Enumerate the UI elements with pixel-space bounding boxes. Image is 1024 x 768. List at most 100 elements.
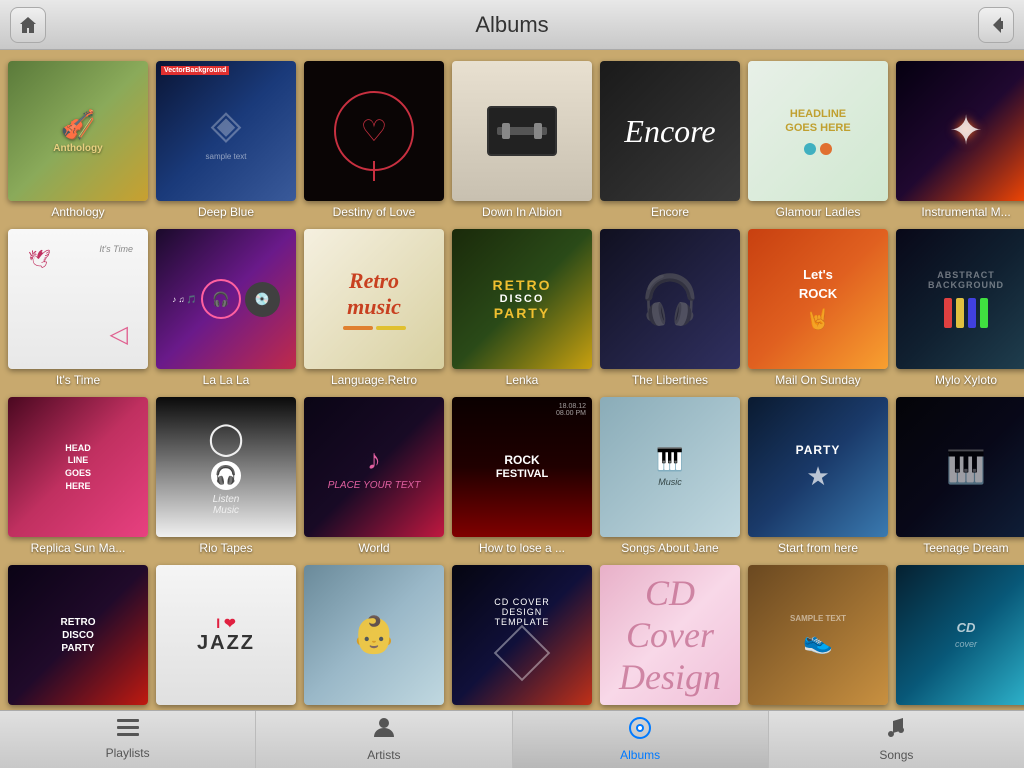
album-title-libertines: The Libertines (600, 373, 740, 387)
album-title-glamour: Glamour Ladies (748, 205, 888, 219)
album-item-rock[interactable]: 18.08.1208.00 PM ROCK FESTIVAL How to lo… (452, 397, 592, 555)
album-item-replica[interactable]: HEADLINEGOESHERE Replica Sun Ma... (8, 397, 148, 555)
album-item-start[interactable]: PARTY ★ Start from here (748, 397, 888, 555)
album-item-walk[interactable]: CDCoverDesign Walk Together (600, 565, 740, 710)
album-item-welcome[interactable]: SAMPLE TEXT 👟 Welcome Tolaku (748, 565, 888, 710)
album-item-glamour[interactable]: HEADLINEGOES HERE Glamour Ladies (748, 61, 888, 219)
back-button[interactable] (978, 7, 1014, 43)
album-cover-bracket: 👶 (304, 565, 444, 705)
album-cover-start: PARTY ★ (748, 397, 888, 537)
album-title-anthology: Anthology (8, 205, 148, 219)
home-button[interactable] (10, 7, 46, 43)
album-title-replica: Replica Sun Ma... (8, 541, 148, 555)
album-title-songs: Songs About Jane (600, 541, 740, 555)
album-title-rock: How to lose a ... (452, 541, 592, 555)
artists-icon (374, 717, 394, 745)
playlists-label: Playlists (106, 746, 150, 760)
page-title: Albums (475, 12, 548, 38)
tab-artists[interactable]: Artists (256, 711, 512, 768)
album-title-mylo: Mylo Xyloto (896, 373, 1024, 387)
album-item-libertines[interactable]: 🎧 The Libertines (600, 229, 740, 387)
album-item-language[interactable]: Retromusic Language.Retro (304, 229, 444, 387)
album-row: HEADLINEGOESHERE Replica Sun Ma... ◯ 🎧 L… (4, 394, 1020, 558)
album-cover-replica: HEADLINEGOESHERE (8, 397, 148, 537)
album-item-two[interactable]: I ❤ JAZZ Two (156, 565, 296, 710)
album-row: 🕊 ◁ It's Time It's Time ♪ ♫ 🎵 🎧 💿 La La … (4, 226, 1020, 390)
album-item-encore[interactable]: Encore Encore (600, 61, 740, 219)
album-item-world[interactable]: ♪ PLACE YOUR TEXT World (304, 397, 444, 555)
album-title-language: Language.Retro (304, 373, 444, 387)
album-grid: 🎻 Anthology Anthology VectorBackground ◈… (0, 50, 1024, 710)
album-title-lenka: Lenka (452, 373, 592, 387)
playlists-icon (117, 719, 139, 743)
album-cover-mail: Let'sROCK 🤘 (748, 229, 888, 369)
tab-albums[interactable]: Albums (513, 711, 769, 768)
album-row: RETRODISCOPARTY The Truth About... I ❤ J… (4, 562, 1020, 710)
album-title-start: Start from here (748, 541, 888, 555)
tab-songs[interactable]: Songs (769, 711, 1024, 768)
album-cover-language: Retromusic (304, 229, 444, 369)
album-title-its-time: It's Time (8, 373, 148, 387)
album-title-world: World (304, 541, 444, 555)
album-title-deep-blue: Deep Blue (156, 205, 296, 219)
album-cover-rock: 18.08.1208.00 PM ROCK FESTIVAL (452, 397, 592, 537)
album-cover-encore: Encore (600, 61, 740, 201)
album-cover-its-time: 🕊 ◁ It's Time (8, 229, 148, 369)
album-title-instrumental: Instrumental M... (896, 205, 1024, 219)
album-cover-deep-blue: VectorBackground ◈ sample text (156, 61, 296, 201)
artists-label: Artists (367, 748, 400, 762)
album-item-truth[interactable]: RETRODISCOPARTY The Truth About... (8, 565, 148, 710)
songs-icon (887, 717, 905, 745)
album-title-rio: Rio Tapes (156, 541, 296, 555)
album-cover-walk: CDCoverDesign (600, 565, 740, 705)
album-item-mail[interactable]: Let'sROCK 🤘 Mail On Sunday (748, 229, 888, 387)
album-cover-teenage: 🎹 (896, 397, 1024, 537)
album-cover-la-la-la: ♪ ♫ 🎵 🎧 💿 (156, 229, 296, 369)
tab-bar: Playlists Artists Albums S (0, 710, 1024, 768)
album-item-bracket[interactable]: 👶 Up the Bracket (304, 565, 444, 710)
album-item-its-time[interactable]: 🕊 ◁ It's Time It's Time (8, 229, 148, 387)
album-cover-instrumental: ✦ (896, 61, 1024, 201)
album-item-la-la-la[interactable]: ♪ ♫ 🎵 🎧 💿 La La La (156, 229, 296, 387)
album-cover-lenka: RETRO DISCO PARTY (452, 229, 592, 369)
album-cover-libertines: 🎧 (600, 229, 740, 369)
album-item-mylo[interactable]: ABSTRACTbackground Mylo Xyloto (896, 229, 1024, 387)
album-title-encore: Encore (600, 205, 740, 219)
album-item-venus[interactable]: CD COVERDESIGNTEMPLATE Venus Gets Even (452, 565, 592, 710)
album-cover-mylo: ABSTRACTbackground (896, 229, 1024, 369)
album-cover-welcome: SAMPLE TEXT 👟 (748, 565, 888, 705)
album-item-teenage[interactable]: 🎹 Teenage Dream (896, 397, 1024, 555)
albums-label: Albums (620, 748, 660, 762)
album-item-down-albion[interactable]: ♡ Down In Albion (452, 61, 592, 219)
album-title-destiny: Destiny of Love (304, 205, 444, 219)
album-cover-two: I ❤ JAZZ (156, 565, 296, 705)
album-item-destiny[interactable]: ♡ Destiny of Love (304, 61, 444, 219)
album-cover-truth: RETRODISCOPARTY (8, 565, 148, 705)
albums-container: 🎻 Anthology Anthology VectorBackground ◈… (4, 58, 1020, 710)
album-cover-down-albion: ♡ (452, 61, 592, 201)
album-item-lenka[interactable]: RETRO DISCO PARTY Lenka (452, 229, 592, 387)
album-cover-anthology: 🎻 Anthology (8, 61, 148, 201)
album-row: 🎻 Anthology Anthology VectorBackground ◈… (4, 58, 1020, 222)
albums-icon (629, 717, 651, 745)
album-item-instrumental[interactable]: ✦ Instrumental M... (896, 61, 1024, 219)
album-item-rio[interactable]: ◯ 🎧 ListenMusic Rio Tapes (156, 397, 296, 555)
album-cover-destiny: ♡ (304, 61, 444, 201)
album-title-la-la-la: La La La (156, 373, 296, 387)
album-cover-venus: CD COVERDESIGNTEMPLATE (452, 565, 592, 705)
album-cover-rio: ◯ 🎧 ListenMusic (156, 397, 296, 537)
album-cover-glamour: HEADLINEGOES HERE (748, 61, 888, 201)
header: Albums (0, 0, 1024, 50)
album-cover-songs: 🎹 Music (600, 397, 740, 537)
album-item-deep-blue[interactable]: VectorBackground ◈ sample text Deep Blue (156, 61, 296, 219)
album-item-anthology[interactable]: 🎻 Anthology Anthology (8, 61, 148, 219)
tab-playlists[interactable]: Playlists (0, 711, 256, 768)
album-item-yellow[interactable]: CDcover Yellow (896, 565, 1024, 710)
album-cover-yellow: CDcover (896, 565, 1024, 705)
album-title-teenage: Teenage Dream (896, 541, 1024, 555)
album-item-songs[interactable]: 🎹 Music Songs About Jane (600, 397, 740, 555)
album-title-down-albion: Down In Albion (452, 205, 592, 219)
songs-label: Songs (879, 748, 913, 762)
album-title-mail: Mail On Sunday (748, 373, 888, 387)
album-cover-world: ♪ PLACE YOUR TEXT (304, 397, 444, 537)
